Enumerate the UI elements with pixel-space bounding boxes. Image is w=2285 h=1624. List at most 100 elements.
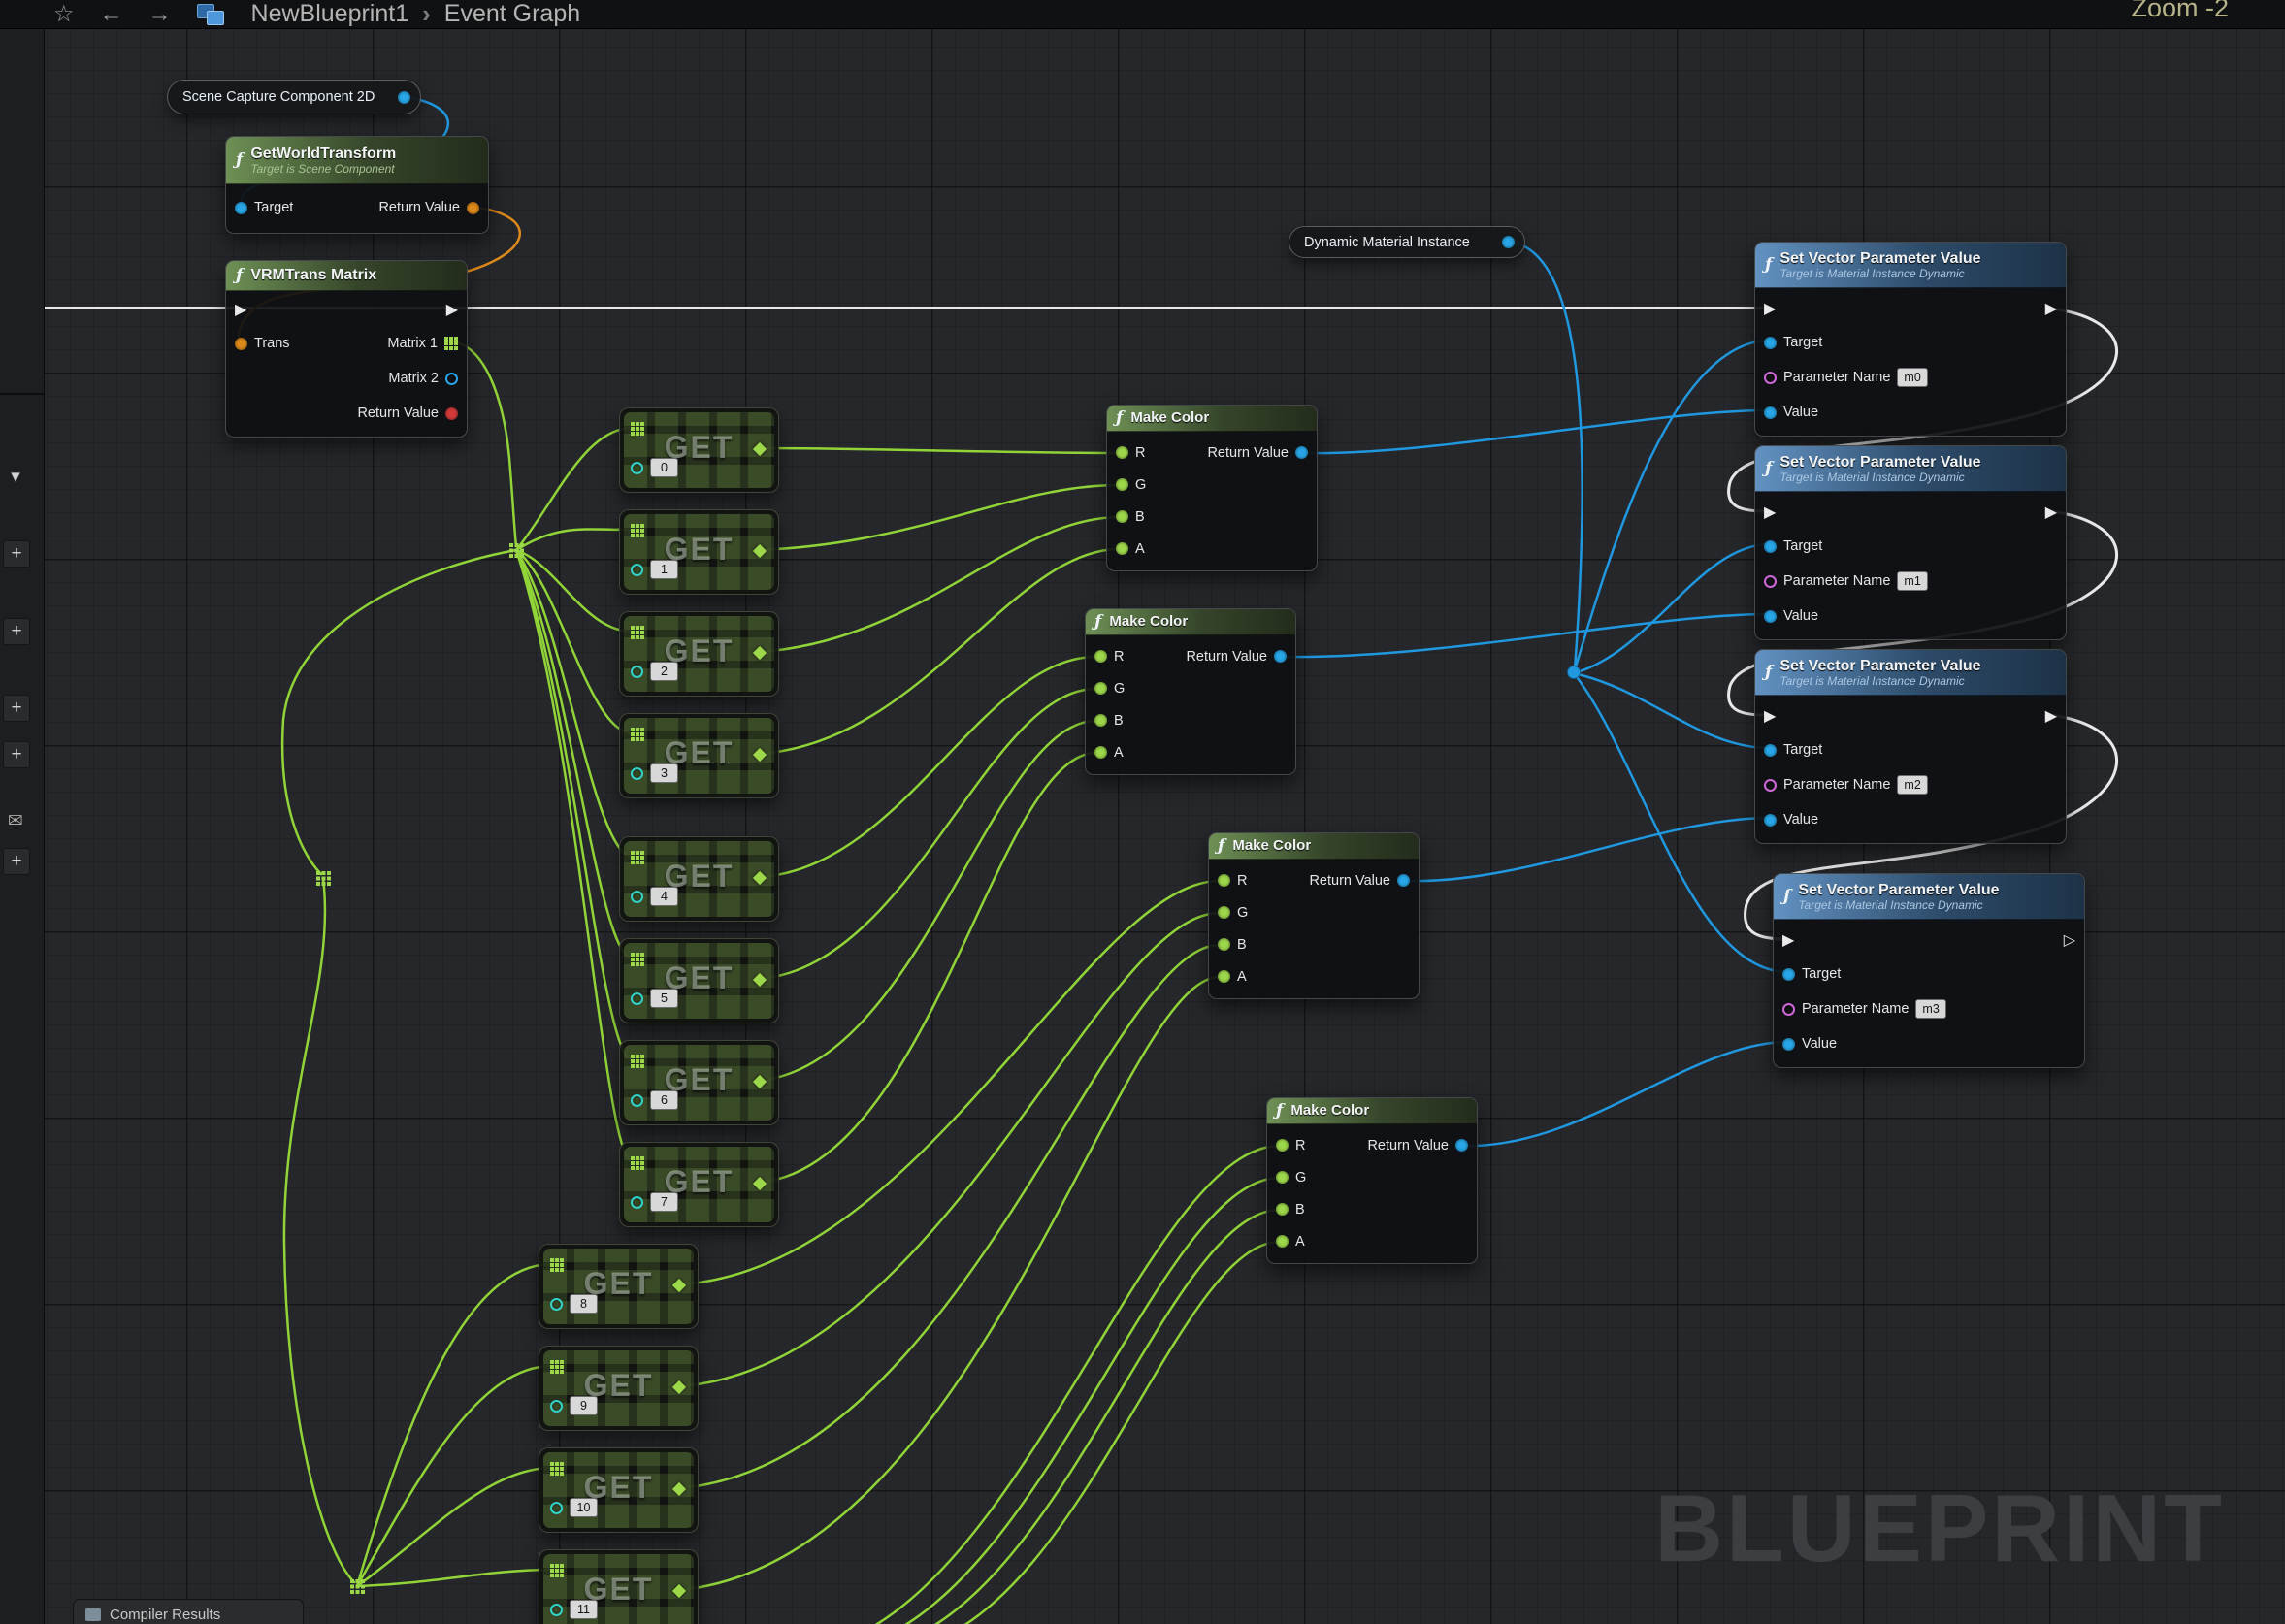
node-set-vector-parameter-2[interactable]: ƒ Set Vector Parameter Value Target is M… <box>1754 445 2067 640</box>
array-input-pin[interactable] <box>550 1360 564 1374</box>
index-input-pin[interactable] <box>631 992 643 1005</box>
node-dynamic-material-instance[interactable]: Dynamic Material Instance <box>1289 226 1525 258</box>
target-input-pin[interactable] <box>1764 744 1777 757</box>
node-set-vector-parameter-4[interactable]: ƒ Set Vector Parameter Value Target is M… <box>1773 873 2085 1068</box>
node-make-color-2[interactable]: ƒ Make Color R Return Value <box>1085 608 1296 775</box>
b-input-pin[interactable] <box>1276 1203 1289 1216</box>
node-make-color-4[interactable]: ƒ Make Color R Return Value <box>1266 1097 1478 1264</box>
return-value-output-pin[interactable] <box>1295 446 1308 459</box>
index-value-field[interactable]: 4 <box>650 887 678 906</box>
node-get-7[interactable]: GET 7 <box>619 1142 779 1227</box>
g-input-pin[interactable] <box>1218 906 1230 919</box>
breadcrumb-graph[interactable]: Event Graph <box>444 0 580 28</box>
index-value-field[interactable]: 6 <box>650 1090 678 1110</box>
node-make-color-3[interactable]: ƒ Make Color R Return Value <box>1208 832 1420 999</box>
object-output-pin[interactable] <box>1502 236 1515 248</box>
node-get-4[interactable]: GET 4 <box>619 836 779 922</box>
back-arrow-icon[interactable]: ← <box>100 3 123 26</box>
array-input-pin[interactable] <box>631 524 644 537</box>
node-get-5[interactable]: GET 5 <box>619 938 779 1023</box>
index-input-pin[interactable] <box>550 1298 563 1311</box>
add-button[interactable]: + <box>3 695 30 722</box>
matrix1-array-output-pin[interactable] <box>444 337 458 350</box>
forward-arrow-icon[interactable]: → <box>148 3 172 26</box>
object-output-pin[interactable] <box>398 91 410 104</box>
value-input-pin[interactable] <box>1764 610 1777 623</box>
array-input-pin[interactable] <box>631 728 644 741</box>
node-get-8[interactable]: GET 8 <box>539 1244 699 1329</box>
exec-output-pin[interactable] <box>2045 302 2057 317</box>
trans-input-pin[interactable] <box>235 338 247 350</box>
target-input-pin[interactable] <box>1764 540 1777 553</box>
r-input-pin[interactable] <box>1276 1139 1289 1152</box>
g-input-pin[interactable] <box>1276 1171 1289 1184</box>
parameter-name-input-pin[interactable] <box>1764 575 1777 588</box>
value-input-pin[interactable] <box>1764 406 1777 419</box>
return-value-output-pin[interactable] <box>467 202 479 214</box>
dropdown-caret-icon[interactable]: ▾ <box>3 464 28 489</box>
node-get-9[interactable]: GET 9 <box>539 1346 699 1431</box>
a-input-pin[interactable] <box>1218 970 1230 983</box>
index-input-pin[interactable] <box>631 666 643 678</box>
array-input-pin[interactable] <box>631 626 644 639</box>
node-get-0[interactable]: GET 0 <box>619 407 779 493</box>
a-input-pin[interactable] <box>1276 1235 1289 1248</box>
index-input-pin[interactable] <box>631 564 643 576</box>
matrix2-output-pin[interactable] <box>445 373 458 385</box>
return-value-output-pin[interactable] <box>1455 1139 1468 1152</box>
index-input-pin[interactable] <box>550 1502 563 1514</box>
array-input-pin[interactable] <box>631 953 644 966</box>
index-input-pin[interactable] <box>631 891 643 903</box>
index-value-field[interactable]: 11 <box>570 1600 598 1619</box>
array-input-pin[interactable] <box>631 1055 644 1068</box>
a-input-pin[interactable] <box>1094 746 1107 759</box>
index-input-pin[interactable] <box>631 1094 643 1107</box>
add-button[interactable]: + <box>3 618 30 645</box>
return-value-output-pin[interactable] <box>1397 874 1410 887</box>
node-get-10[interactable]: GET 10 <box>539 1447 699 1533</box>
return-value-output-pin[interactable] <box>1274 650 1287 663</box>
array-input-pin[interactable] <box>550 1564 564 1577</box>
add-button[interactable]: + <box>3 848 30 875</box>
parameter-name-input-pin[interactable] <box>1764 372 1777 384</box>
index-input-pin[interactable] <box>550 1400 563 1413</box>
index-value-field[interactable]: 10 <box>570 1498 598 1517</box>
index-value-field[interactable]: 2 <box>650 662 678 681</box>
compiler-results-tab[interactable]: Compiler Results <box>73 1599 304 1624</box>
index-input-pin[interactable] <box>631 1196 643 1209</box>
b-input-pin[interactable] <box>1094 714 1107 727</box>
array-input-pin[interactable] <box>550 1258 564 1272</box>
a-input-pin[interactable] <box>1116 542 1128 555</box>
node-make-color-1[interactable]: ƒ Make Color R Return Value <box>1106 405 1318 571</box>
index-value-field[interactable]: 1 <box>650 560 678 579</box>
add-button[interactable]: + <box>3 741 30 768</box>
index-value-field[interactable]: 7 <box>650 1192 678 1212</box>
exec-input-pin[interactable] <box>1782 933 1794 949</box>
exec-output-pin[interactable] <box>446 303 458 318</box>
breadcrumb-blueprint[interactable]: NewBlueprint1 <box>251 0 409 28</box>
node-scene-capture-component-2d[interactable]: Scene Capture Component 2D <box>167 80 421 114</box>
target-input-pin[interactable] <box>1764 337 1777 349</box>
node-get-1[interactable]: GET 1 <box>619 509 779 595</box>
parameter-name-input-pin[interactable] <box>1764 779 1777 792</box>
windows-cascade-icon[interactable] <box>197 4 226 25</box>
array-input-pin[interactable] <box>550 1462 564 1476</box>
exec-input-pin[interactable] <box>1764 709 1776 725</box>
exec-input-pin[interactable] <box>1764 302 1776 317</box>
node-get-world-transform[interactable]: ƒ GetWorldTransform Target is Scene Comp… <box>225 136 489 234</box>
target-input-pin[interactable] <box>235 202 247 214</box>
index-value-field[interactable]: 5 <box>650 989 678 1008</box>
mail-icon[interactable]: ✉ <box>3 808 28 833</box>
exec-output-pin[interactable] <box>2045 709 2057 725</box>
array-input-pin[interactable] <box>631 422 644 436</box>
index-value-field[interactable]: 0 <box>650 458 678 477</box>
parameter-name-field[interactable]: m3 <box>1915 999 1945 1019</box>
node-get-6[interactable]: GET 6 <box>619 1040 779 1125</box>
parameter-name-field[interactable]: m1 <box>1897 571 1927 591</box>
index-value-field[interactable]: 8 <box>570 1294 598 1314</box>
b-input-pin[interactable] <box>1116 510 1128 523</box>
index-input-pin[interactable] <box>631 462 643 474</box>
parameter-name-field[interactable]: m0 <box>1897 368 1927 387</box>
add-button[interactable]: + <box>3 540 30 568</box>
node-set-vector-parameter-3[interactable]: ƒ Set Vector Parameter Value Target is M… <box>1754 649 2067 844</box>
